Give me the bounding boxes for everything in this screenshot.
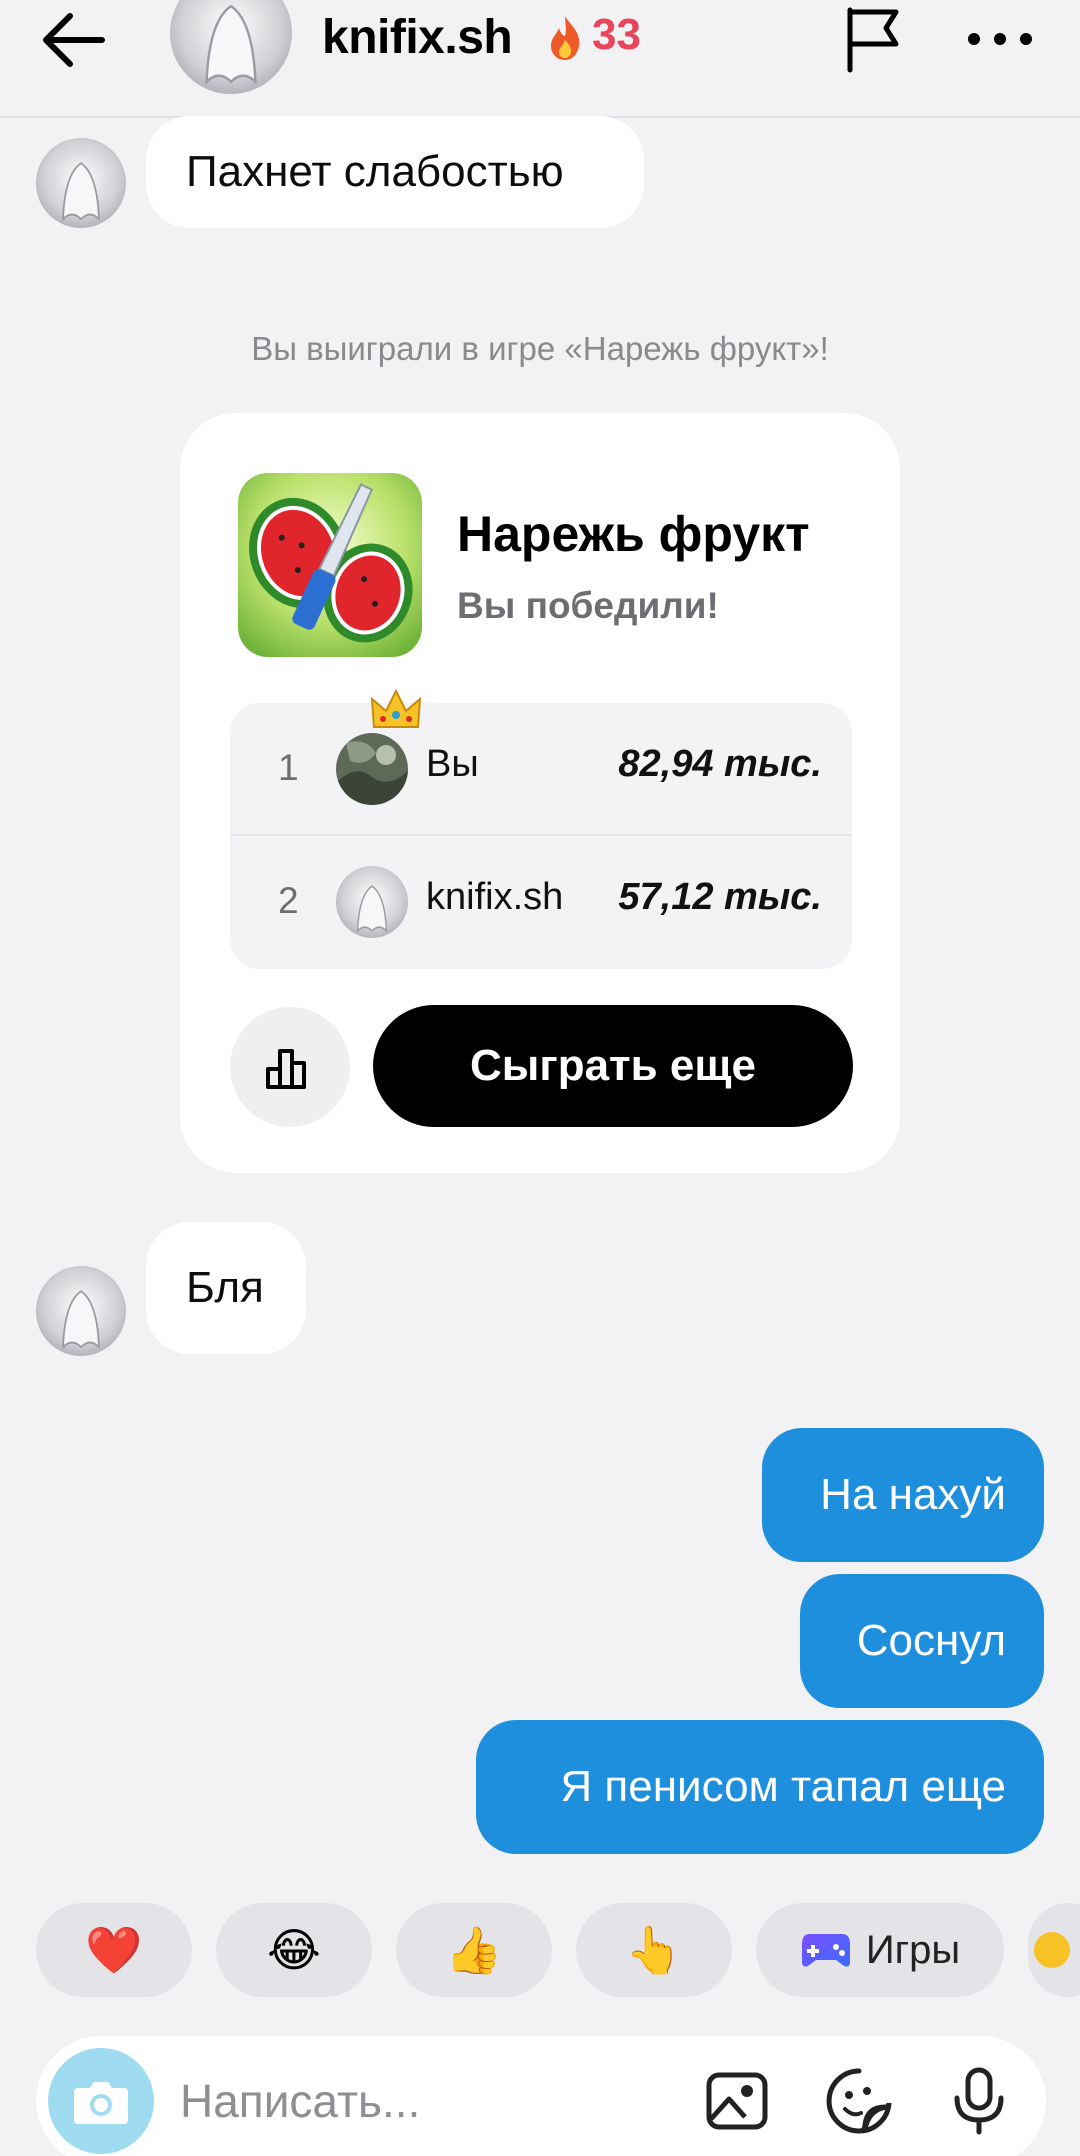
- message-text: Я пенисом тапал еще: [560, 1762, 1006, 1811]
- arrow-left-icon: [43, 13, 105, 67]
- reaction-pointing-up[interactable]: 👆: [576, 1903, 732, 1997]
- sender-avatar[interactable]: [36, 1266, 126, 1356]
- heart-icon: ❤️: [85, 1923, 143, 1976]
- message-bubble-outgoing[interactable]: На нахуй: [762, 1428, 1044, 1562]
- more-horizontal-icon: [968, 33, 1032, 45]
- message-composer: [36, 2036, 1046, 2156]
- thumbs-up-icon: 👍: [445, 1923, 503, 1976]
- leaderboard-rank: 2: [278, 880, 299, 921]
- flag-icon: [847, 7, 899, 73]
- player-avatar: [336, 733, 408, 805]
- microphone-icon: [954, 2067, 1004, 2135]
- more-options-button[interactable]: [960, 4, 1040, 74]
- emoji-partial-icon: [1034, 1932, 1070, 1968]
- message-text: Пахнет слабостью: [186, 147, 564, 196]
- report-flag-button[interactable]: [840, 4, 910, 74]
- system-message: Вы выиграли в игре «Нарежь фрукт»!: [251, 330, 829, 367]
- gamepad-icon: [801, 1934, 850, 1967]
- pointing-up-icon: 👆: [625, 1923, 683, 1976]
- player-score: 57,12 тыс.: [618, 876, 822, 918]
- message-bubble-incoming[interactable]: Бля: [146, 1222, 306, 1354]
- leaderboard-row: 1 Вы 82,94 тыс.: [230, 689, 852, 836]
- message-text: Бля: [186, 1263, 264, 1312]
- message-bubble-outgoing[interactable]: Соснул: [800, 1574, 1044, 1708]
- message-text: На нахуй: [820, 1470, 1006, 1519]
- sender-avatar[interactable]: [36, 138, 126, 228]
- leaderboard-rank: 1: [278, 747, 299, 788]
- sticker-button[interactable]: [822, 2064, 896, 2138]
- message-text: Соснул: [856, 1616, 1006, 1665]
- play-again-button[interactable]: Сыграть еще: [373, 1005, 853, 1127]
- laughing-face-icon: 😂: [267, 1924, 321, 1976]
- games-chip[interactable]: Игры: [756, 1903, 1004, 1997]
- camera-icon: [74, 2082, 128, 2124]
- message-bubble-outgoing[interactable]: Я пенисом тапал еще: [476, 1720, 1044, 1854]
- player-name: Вы: [426, 743, 479, 785]
- player-score: 82,94 тыс.: [618, 743, 822, 785]
- fire-icon: [551, 16, 580, 60]
- leaderboard-icon: [266, 1049, 306, 1089]
- crown-icon: [370, 689, 422, 728]
- game-app-icon[interactable]: [238, 473, 422, 657]
- message-input[interactable]: [180, 2066, 700, 2136]
- back-button[interactable]: [40, 0, 130, 80]
- player-name: knifix.sh: [426, 876, 564, 918]
- leaderboard-row: 2 knifix.sh 57,12 тыс.: [230, 836, 852, 969]
- contact-username[interactable]: knifix.sh: [322, 10, 513, 65]
- chat-header: knifix.sh 33: [0, 0, 1080, 118]
- reaction-more[interactable]: [1028, 1903, 1080, 1997]
- game-result-card[interactable]: Нарежь фрукт Вы победили! 1 Вы 82,94 тыс…: [180, 413, 900, 1173]
- reaction-laughing[interactable]: 😂: [216, 1903, 372, 1997]
- streak-count: 33: [592, 10, 641, 59]
- reaction-thumbs-up[interactable]: 👍: [396, 1903, 552, 1997]
- sticker-icon: [826, 2068, 892, 2134]
- leaderboard-button[interactable]: [230, 1007, 350, 1127]
- image-icon: [706, 2072, 768, 2130]
- microphone-button[interactable]: [942, 2064, 1016, 2138]
- leaderboard: 1 Вы 82,94 тыс. 2 knifix.sh 57,12 тыс.: [230, 689, 852, 969]
- reaction-heart[interactable]: ❤️: [36, 1903, 192, 1997]
- games-chip-label: Игры: [865, 1927, 961, 1972]
- player-avatar: [336, 866, 408, 938]
- game-title: Нарежь фрукт: [457, 506, 810, 562]
- game-result-subtitle: Вы победили!: [457, 585, 719, 626]
- camera-button[interactable]: [48, 2048, 154, 2154]
- contact-avatar[interactable]: [170, 0, 292, 94]
- message-bubble-incoming[interactable]: Пахнет слабостью: [146, 116, 644, 228]
- gallery-button[interactable]: [700, 2064, 774, 2138]
